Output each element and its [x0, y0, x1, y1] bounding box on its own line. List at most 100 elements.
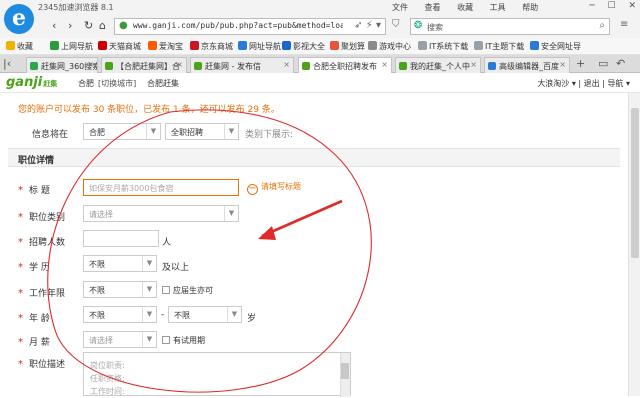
scrollbar-thumb[interactable] [631, 108, 639, 258]
menu-favorites[interactable]: 收藏 [457, 3, 473, 12]
dropdown-icon[interactable]: ▾ [376, 20, 381, 31]
back-icon[interactable]: ‹ [52, 19, 56, 32]
close-tab-icon[interactable]: × [381, 60, 388, 69]
chevron-down-icon: ▼ [142, 282, 156, 297]
ganji-logo[interactable]: ganji赶集 [6, 75, 57, 90]
menu-help[interactable]: 帮助 [522, 3, 538, 12]
bookmark-item[interactable]: 收藏 [6, 41, 33, 52]
chevron-down-icon: ▼ [142, 256, 156, 271]
bookmark-item[interactable]: 京东商城 [190, 41, 233, 52]
search-input[interactable]: 搜索 [427, 22, 443, 33]
tab-item[interactable]: 【合肥赶集网】合 × [101, 57, 187, 73]
tab-favicon [399, 62, 407, 70]
age-from-select[interactable]: 不限 ▼ [83, 306, 157, 323]
experience-select[interactable]: 不限 ▼ [83, 281, 157, 298]
education-label: * 学 历 [18, 262, 50, 273]
new-tab-icon[interactable]: + [576, 57, 585, 70]
page-scrollbar[interactable] [628, 93, 640, 396]
close-tab-icon[interactable]: × [283, 60, 290, 69]
browser-logo: e [4, 4, 34, 34]
menu-view[interactable]: 查看 [425, 3, 441, 12]
site-section-link[interactable]: 合肥赶集 [147, 78, 179, 89]
tab-item[interactable]: 高级编辑器_百度 × [484, 57, 570, 73]
menu-file[interactable]: 文件 [392, 3, 408, 12]
bookmark-item[interactable]: 安全网址导 [530, 41, 581, 52]
switch-city-link[interactable]: [切换城市] [98, 78, 136, 89]
tab-bar: |‹ 赶集网_360搜索 × 【合肥赶集网】合 × 赶集网 - 发布信 × 合肥全职招… [0, 55, 640, 74]
description-textarea[interactable]: 岗位职责: 任职资格: 工作时间: [83, 352, 351, 397]
rocket-icon[interactable]: ➶ [354, 20, 362, 31]
tab-scroll-left-icon[interactable]: |‹ [3, 57, 11, 70]
star-icon [6, 41, 15, 50]
tab-item[interactable]: 赶集网 - 发布信 × [190, 57, 294, 73]
address-url[interactable]: www.ganji.com/pub/pub.php?act=pub&method… [133, 21, 343, 30]
search-box[interactable]: ❂ 搜索 ⌕ [410, 18, 610, 35]
age-to-select[interactable]: 不限 ▼ [168, 306, 242, 323]
close-tab-icon[interactable]: × [470, 60, 477, 69]
fresh-grad-checkbox[interactable]: 应届生亦可 [162, 285, 213, 296]
textarea-scrollbar[interactable] [340, 353, 350, 397]
headcount-input[interactable] [83, 230, 159, 247]
tab-item[interactable]: 我的赶集_个人中 × [395, 57, 481, 73]
window-title: 2345加速浏览器 8.1 [38, 3, 114, 12]
publish-to-suffix: 类别下展示: [245, 130, 294, 140]
guide-link[interactable]: 导航 [607, 79, 623, 88]
bookmark-icon [148, 41, 157, 50]
maximize-icon[interactable]: ☐ [608, 1, 616, 11]
title-input[interactable]: 如保安月薪3000包食宿 [83, 179, 239, 196]
search-icon[interactable]: ⌕ [599, 20, 605, 31]
bookmark-icon [530, 41, 539, 50]
username-link[interactable]: 大浪淘沙 [537, 79, 569, 88]
menu-icon[interactable]: ≡ [620, 19, 628, 30]
shield-icon[interactable]: ⛉ [392, 19, 400, 30]
minimize-icon[interactable]: ─ [589, 1, 594, 11]
dropdown-icon[interactable]: ▾ [572, 79, 576, 88]
bookmark-item[interactable]: 爱淘宝 [148, 41, 183, 52]
close-tab-icon[interactable]: × [176, 60, 183, 69]
bookmark-icon [330, 41, 339, 50]
title-label: * 标 题 [18, 185, 50, 196]
required-mark: * [18, 185, 23, 196]
description-label: * 职位描述 [18, 359, 66, 370]
bookmark-item[interactable]: 游戏中心 [368, 41, 411, 52]
menu-tools[interactable]: 工具 [490, 3, 506, 12]
refresh-icon[interactable]: ↻ [84, 19, 93, 32]
bookmark-item[interactable]: IT系统下载 [418, 41, 468, 52]
close-tab-icon[interactable]: × [559, 60, 566, 69]
chevron-down-icon: ▼ [146, 124, 160, 139]
dropdown-icon[interactable]: ▾ [626, 79, 630, 88]
undo-icon[interactable]: ↶ [616, 57, 625, 70]
close-icon[interactable]: ✕ [628, 1, 636, 11]
required-mark: * [18, 337, 23, 348]
bookmark-item[interactable]: IT主题下载 [474, 41, 524, 52]
tab-favicon [194, 62, 202, 70]
tab-item[interactable]: 赶集网_360搜索 × [26, 57, 98, 73]
lightning-icon[interactable]: ⚡ [366, 20, 373, 31]
bookmark-item[interactable]: 影视大全 [282, 41, 325, 52]
category-select[interactable]: 全职招聘 ▼ [165, 123, 239, 140]
chevron-down-icon: ▼ [142, 307, 156, 322]
job-category-select[interactable]: 请选择 ▼ [83, 205, 239, 222]
education-select[interactable]: 不限 ▼ [83, 255, 157, 272]
tab-favicon [302, 62, 310, 70]
forward-icon[interactable]: › [68, 19, 72, 32]
logout-link[interactable]: 退出 [584, 79, 600, 88]
bookmark-item[interactable]: 天猫商城 [98, 41, 141, 52]
bookmark-item[interactable]: 上网导航 [50, 41, 93, 52]
description-line: 任职资格: [90, 374, 125, 383]
bookmark-item[interactable]: 聚划算 [330, 41, 365, 52]
tab-item-active[interactable]: 合肥全职招聘发布 × [298, 57, 392, 74]
close-tab-icon[interactable]: × [87, 60, 94, 69]
city-select[interactable]: 合肥 ▼ [83, 123, 161, 140]
bookmark-item[interactable]: 网址导航 [238, 41, 281, 52]
address-bar[interactable]: ● www.ganji.com/pub/pub.php?act=pub&meth… [114, 18, 386, 35]
section-header: 职位详情 [8, 148, 620, 167]
home-icon[interactable]: ⌂ [99, 19, 106, 32]
salary-select[interactable]: 请选择 ▼ [83, 331, 157, 348]
probation-checkbox[interactable]: 有试用期 [162, 335, 205, 346]
salary-label: * 月 薪 [18, 337, 50, 348]
chevron-down-icon: ▼ [142, 332, 156, 347]
chevron-down-icon: ▼ [224, 124, 238, 139]
chevron-down-icon: ▼ [227, 307, 241, 322]
tab-list-icon[interactable]: ▭ [598, 57, 608, 70]
